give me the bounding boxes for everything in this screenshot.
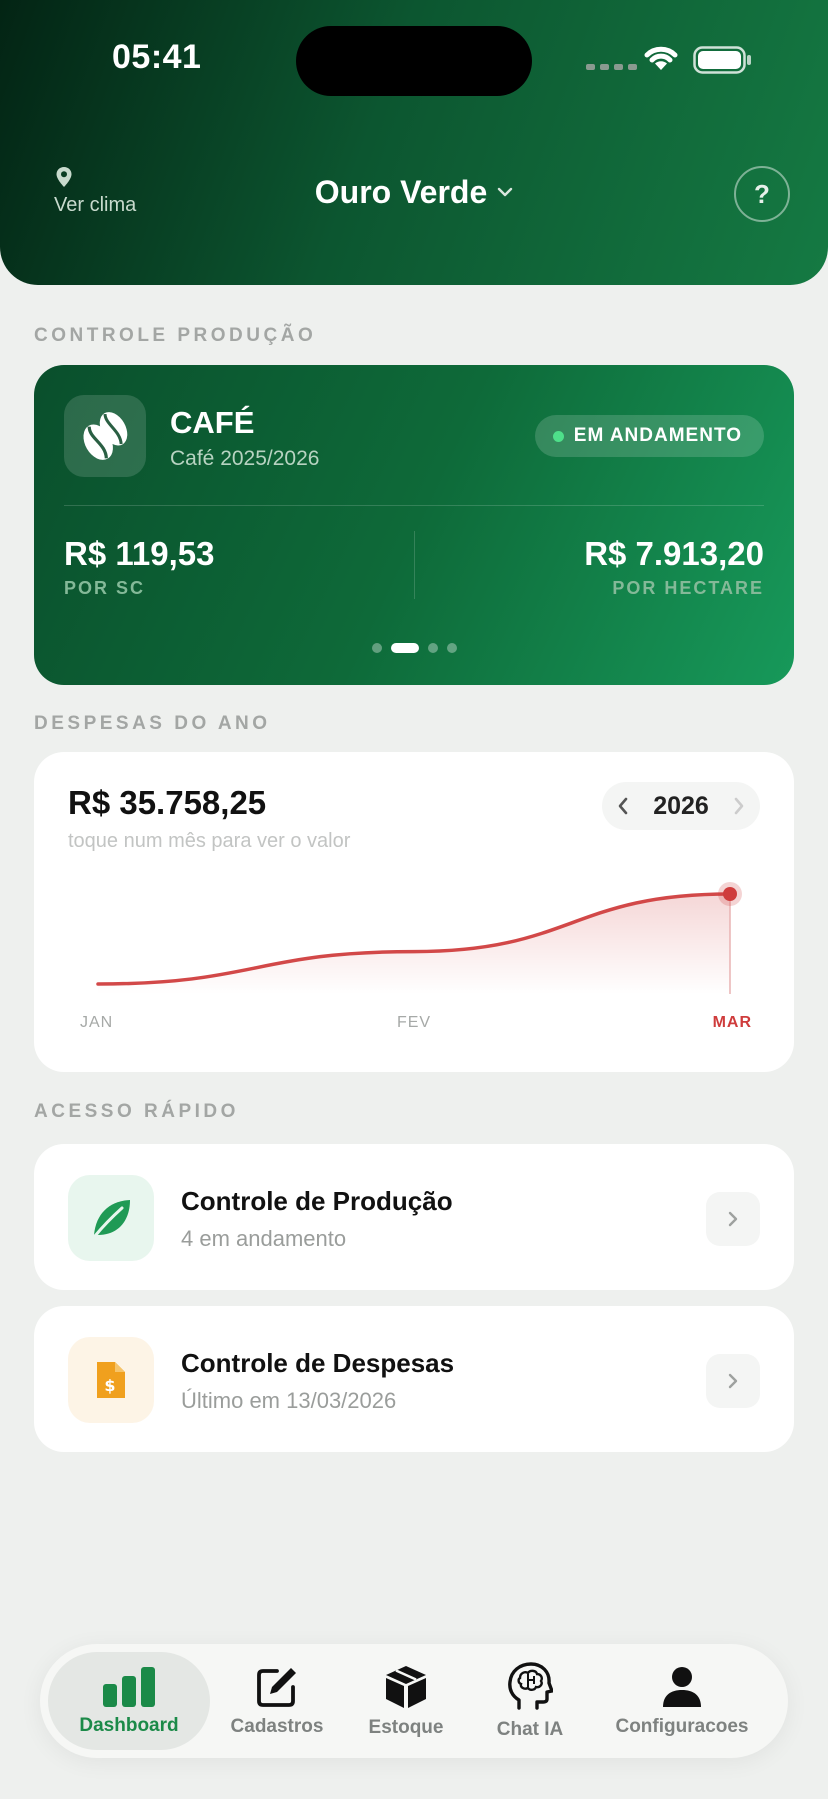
chevron-right-icon	[706, 1354, 760, 1408]
quick-access-section-label: ACESSO RÁPIDO	[34, 1101, 239, 1122]
pager-dot[interactable]	[390, 643, 419, 653]
svg-text:$: $	[104, 1376, 115, 1395]
brain-icon	[508, 1661, 553, 1710]
expenses-chart[interactable]: JAN FEV MAR	[34, 752, 794, 1072]
divider	[414, 531, 415, 599]
crop-season: Café 2025/2026	[170, 447, 320, 470]
coffee-bean-icon	[64, 395, 146, 477]
month-tick-label[interactable]: MAR	[713, 1014, 752, 1031]
farm-selector[interactable]: Ouro Verde	[0, 174, 828, 211]
edit-icon	[257, 1667, 296, 1707]
cost-per-hectare-value: R$ 7.913,20	[584, 535, 764, 572]
tab-chat-ia[interactable]: Chat IA	[468, 1644, 592, 1758]
cost-per-sack-label: POR SC	[64, 578, 146, 598]
expenses-section-label: DESPESAS DO ANO	[34, 713, 271, 734]
tab-label: Estoque	[368, 1716, 444, 1738]
cost-per-hectare-label: POR HECTARE	[612, 578, 764, 598]
shortcut-subtitle: 4 em andamento	[181, 1226, 347, 1251]
carousel-pager[interactable]	[34, 643, 794, 653]
crop-name: CAFÉ	[170, 405, 255, 440]
tab-cadastros[interactable]: Cadastros	[210, 1644, 344, 1758]
expenses-shortcut[interactable]: $ Controle de Despesas Último em 13/03/2…	[34, 1306, 794, 1452]
cellular-signal-icon	[586, 64, 637, 70]
shortcut-subtitle: Último em 13/03/2026	[181, 1388, 397, 1413]
invoice-icon: $	[68, 1337, 154, 1423]
production-card[interactable]: CAFÉ Café 2025/2026 EM ANDAMENTO R$ 119,…	[34, 365, 794, 685]
tab-bar: Dashboard Cadastros Estoque Chat IA Conf…	[40, 1644, 788, 1758]
tab-label: Dashboard	[79, 1714, 179, 1736]
status-dot	[552, 430, 564, 442]
tab-configuracoes[interactable]: Configuracoes	[592, 1644, 772, 1758]
tab-estoque[interactable]: Estoque	[344, 1644, 468, 1758]
status-label: EM ANDAMENTO	[573, 425, 742, 446]
help-button[interactable]: ?	[734, 166, 790, 222]
box-icon	[386, 1665, 426, 1708]
chevron-right-icon	[706, 1192, 760, 1246]
production-shortcut[interactable]: Controle de Produção 4 em andamento	[34, 1144, 794, 1290]
leaf-icon	[68, 1175, 154, 1261]
status-badge: EM ANDAMENTO	[534, 415, 764, 457]
tab-label: Configuracoes	[615, 1715, 749, 1737]
status-time: 05:41	[112, 38, 202, 76]
production-section-label: CONTROLE PRODUÇÃO	[34, 325, 317, 346]
wifi-icon	[644, 46, 678, 70]
pager-dot[interactable]	[427, 643, 438, 653]
farm-name: Ouro Verde	[314, 174, 488, 210]
dynamic-island	[296, 26, 532, 96]
data-point[interactable]	[723, 887, 737, 901]
month-tick-label[interactable]: JAN	[80, 1014, 113, 1031]
expenses-card: R$ 35.758,25 toque num mês para ver o va…	[34, 752, 794, 1072]
battery-icon	[693, 46, 751, 74]
chevron-down-icon	[498, 187, 513, 196]
shortcut-title: Controle de Despesas	[181, 1348, 455, 1378]
cost-per-sack-value: R$ 119,53	[64, 535, 215, 572]
shortcut-title: Controle de Produção	[181, 1186, 453, 1216]
user-icon	[663, 1666, 701, 1707]
tab-label: Cadastros	[230, 1715, 324, 1737]
month-tick-label[interactable]: FEV	[397, 1014, 431, 1031]
divider	[64, 505, 764, 506]
tab-dashboard[interactable]: Dashboard	[48, 1644, 210, 1758]
pager-dot[interactable]	[446, 643, 457, 653]
bar-chart-icon	[103, 1666, 155, 1707]
app-header: 05:41 Ver clima Ouro Verde ?	[0, 0, 828, 285]
tab-label: Chat IA	[496, 1718, 564, 1740]
pager-dot[interactable]	[371, 643, 382, 653]
